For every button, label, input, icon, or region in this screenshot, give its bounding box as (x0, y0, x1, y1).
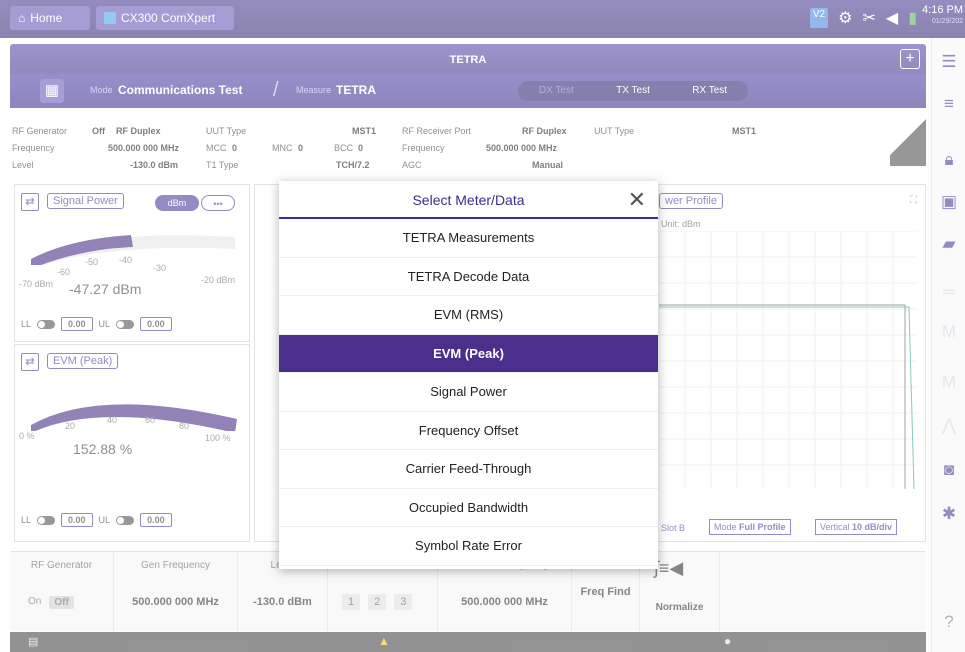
option-tetra-decode-data[interactable]: TETRA Decode Data (279, 258, 658, 296)
option-tetra-measurements[interactable]: TETRA Measurements (279, 219, 658, 258)
select-meter-dialog: Select Meter/Data ✕ TETRA Measurements T… (279, 181, 658, 569)
dialog-header: Select Meter/Data ✕ (279, 181, 658, 219)
option-evm-rms[interactable]: EVM (RMS) (279, 296, 658, 335)
option-occupied-bandwidth[interactable]: Occupied Bandwidth (279, 489, 658, 527)
app-window: ⌂ Home CX300 ComXpert V2 ⚙ ✂ ◀ ▮ 4:16 PM… (0, 0, 965, 652)
close-icon[interactable]: ✕ (628, 187, 646, 213)
option-symbol-rate-error[interactable]: Symbol Rate Error (279, 527, 658, 566)
dialog-title: Select Meter/Data (412, 192, 525, 208)
meter-options-list: TETRA Measurements TETRA Decode Data EVM… (279, 219, 658, 566)
option-carrier-feed-through[interactable]: Carrier Feed-Through (279, 450, 658, 489)
option-frequency-offset[interactable]: Frequency Offset (279, 412, 658, 450)
option-evm-peak[interactable]: EVM (Peak) (279, 334, 658, 373)
option-signal-power[interactable]: Signal Power (279, 373, 658, 412)
